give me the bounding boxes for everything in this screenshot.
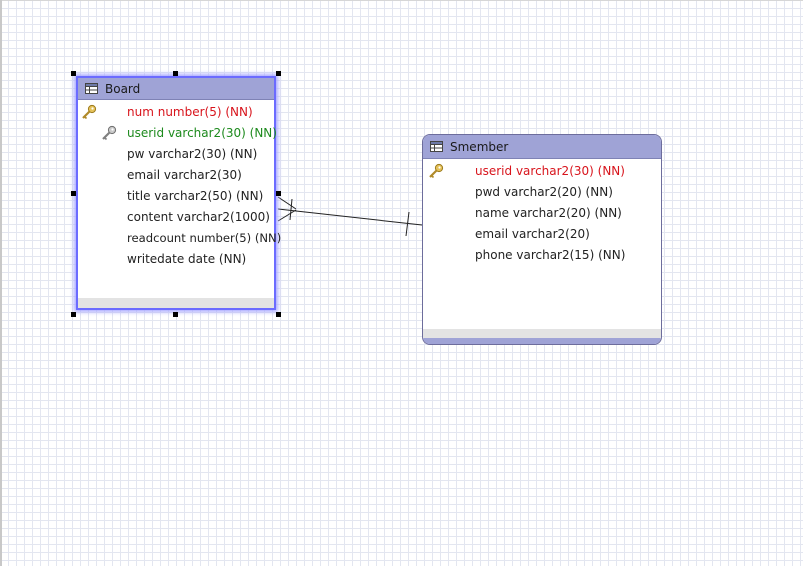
column-row[interactable]: writedate date (NN) [78, 249, 274, 270]
column-row[interactable]: email varchar2(20) [423, 224, 661, 245]
selection-handle[interactable] [276, 191, 281, 196]
selection-handle[interactable] [71, 191, 76, 196]
column-text: content varchar2(1000) [127, 210, 270, 224]
entity-title: Board [105, 81, 141, 96]
column-text: pw varchar2(30) (NN) [127, 147, 258, 161]
column-text: name varchar2(20) (NN) [475, 206, 622, 220]
column-row[interactable]: readcount number(5) (NN) [78, 228, 281, 249]
column-row[interactable]: email varchar2(30) [78, 165, 274, 186]
column-text: userid varchar2(30) (NN) [127, 126, 277, 140]
gray-key-icon [102, 125, 117, 141]
column-row[interactable]: userid varchar2(30) (NN) [423, 161, 661, 182]
column-row[interactable]: num number(5) (NN) [78, 102, 274, 123]
selection-handle[interactable] [173, 71, 178, 76]
column-text: writedate date (NN) [127, 252, 247, 266]
column-row[interactable]: content varchar2(1000) [78, 207, 274, 228]
column-text: phone varchar2(15) (NN) [475, 248, 626, 262]
selection-handle[interactable] [276, 71, 281, 76]
entity-board[interactable]: Board num number(5) (NN) userid varchar2… [76, 76, 281, 310]
entity-footer [78, 298, 274, 308]
column-row[interactable]: phone varchar2(15) (NN) [423, 245, 661, 266]
column-row[interactable]: title varchar2(50) (NN) [78, 186, 274, 207]
column-text: email varchar2(20) [475, 227, 590, 241]
entity-header[interactable]: Smember [423, 135, 661, 159]
gold-key-icon [429, 163, 444, 179]
column-row[interactable]: pwd varchar2(20) (NN) [423, 182, 661, 203]
column-row[interactable]: pw varchar2(30) (NN) [78, 144, 274, 165]
column-row[interactable]: name varchar2(20) (NN) [423, 203, 661, 224]
column-text: num number(5) (NN) [127, 105, 253, 119]
relationship-line[interactable] [277, 208, 423, 226]
table-icon [85, 83, 98, 94]
column-row[interactable]: userid varchar2(30) (NN) [78, 123, 277, 144]
selection-handle[interactable] [173, 312, 178, 317]
column-text: readcount number(5) (NN) [127, 231, 282, 245]
entity-bottom-band [423, 338, 661, 344]
gold-key-icon [82, 104, 97, 120]
entity-title: Smember [450, 139, 509, 154]
entity-header[interactable]: Board [78, 78, 274, 100]
column-text: pwd varchar2(20) (NN) [475, 185, 613, 199]
column-text: title varchar2(50) (NN) [127, 189, 264, 203]
selection-handle[interactable] [71, 71, 76, 76]
table-icon [430, 141, 443, 152]
selection-handle[interactable] [276, 312, 281, 317]
column-text: userid varchar2(30) (NN) [475, 164, 625, 178]
entity-smember[interactable]: Smember userid varchar2(30) (NN) pwd var… [422, 134, 662, 345]
selection-handle[interactable] [71, 312, 76, 317]
column-text: email varchar2(30) [127, 168, 242, 182]
